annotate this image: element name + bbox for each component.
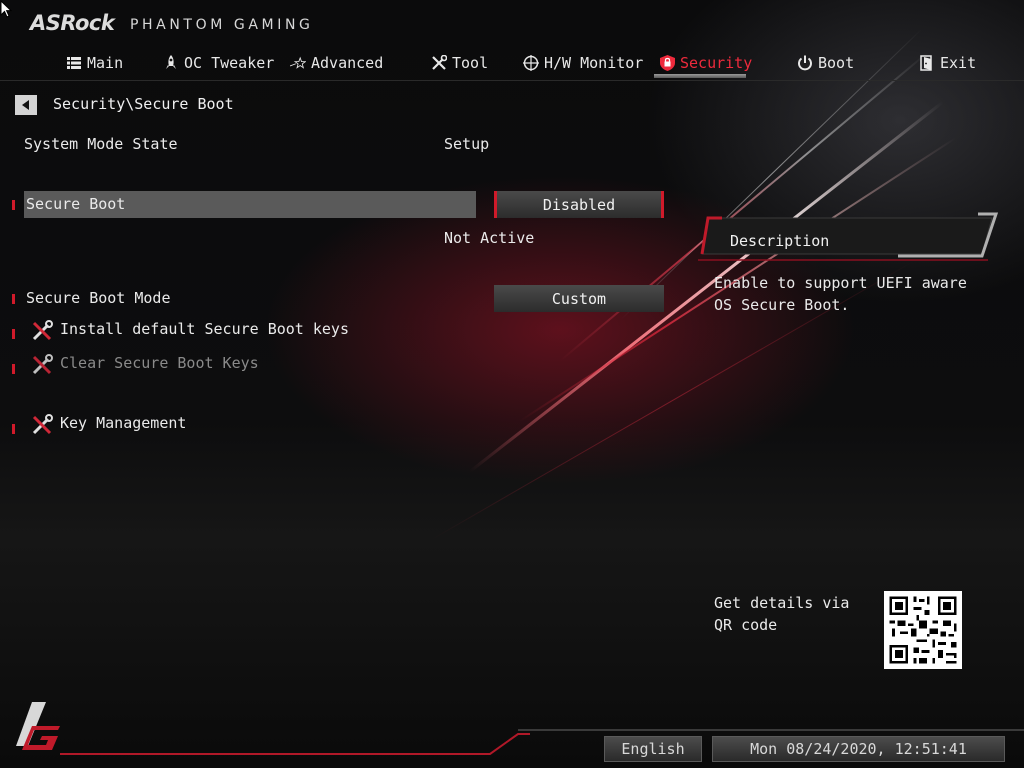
system-mode-state-label: System Mode State xyxy=(24,135,178,153)
star-icon xyxy=(290,55,306,71)
tab-label: Security xyxy=(680,54,753,72)
rocket-icon xyxy=(163,55,179,71)
datetime-display: Mon 08/24/2020, 12:51:41 xyxy=(712,736,1005,762)
active-tab-indicator xyxy=(654,74,746,78)
tools-icon xyxy=(32,354,53,375)
tab-hw-monitor[interactable]: H/W Monitor xyxy=(523,50,643,76)
tab-tool[interactable]: Tool xyxy=(431,50,488,76)
language-button[interactable]: English xyxy=(604,736,702,762)
tab-exit[interactable]: Exit xyxy=(919,50,976,76)
tab-advanced[interactable]: Advanced xyxy=(290,50,383,76)
tab-security[interactable]: Security xyxy=(659,50,752,76)
nav-divider xyxy=(0,80,1024,81)
tab-boot[interactable]: Boot xyxy=(797,50,854,76)
footer-accent-line xyxy=(60,733,530,755)
shield-icon xyxy=(659,55,675,71)
item-marker xyxy=(12,329,15,339)
breadcrumb: Security\Secure Boot xyxy=(53,95,234,113)
background xyxy=(0,0,1024,768)
tab-main[interactable]: Main xyxy=(66,50,123,76)
tools-icon xyxy=(431,55,447,71)
crosshair-icon xyxy=(523,55,539,71)
tab-label: Tool xyxy=(452,54,489,72)
item-marker xyxy=(12,294,15,304)
description-text: Enable to support UEFI aware OS Secure B… xyxy=(714,274,967,314)
clear-secure-boot-keys-item[interactable]: Clear Secure Boot Keys xyxy=(60,354,259,372)
back-arrow-icon xyxy=(22,100,29,110)
tab-label: Main xyxy=(87,54,124,72)
description-title: Description xyxy=(730,232,830,250)
list-icon xyxy=(66,55,82,71)
secure-boot-label: Secure Boot xyxy=(26,195,126,213)
secure-boot-status: Not Active xyxy=(444,229,535,247)
brand-name: ASRock xyxy=(30,11,115,35)
back-button[interactable] xyxy=(15,95,37,115)
secure-boot-mode-label[interactable]: Secure Boot Mode xyxy=(26,289,171,307)
tab-oc-tweaker[interactable]: OC Tweaker xyxy=(163,50,274,76)
item-marker xyxy=(12,424,15,434)
qr-caption: Get details via QR code xyxy=(714,594,850,634)
brand-subtitle: PHANTOM GAMING xyxy=(130,17,314,33)
key-management-item[interactable]: Key Management xyxy=(60,414,186,432)
qr-code-icon xyxy=(884,591,962,669)
secure-boot-mode-option[interactable]: Custom xyxy=(494,285,664,312)
tools-icon xyxy=(32,320,53,341)
secure-boot-option[interactable]: Disabled xyxy=(494,191,664,218)
tab-label: OC Tweaker xyxy=(184,54,275,72)
footer-divider xyxy=(518,729,1024,731)
mouse-cursor-icon xyxy=(0,0,12,18)
tools-icon xyxy=(32,414,53,435)
tab-label: Exit xyxy=(940,54,977,72)
item-marker xyxy=(12,200,15,210)
tab-label: Boot xyxy=(818,54,855,72)
tab-label: Advanced xyxy=(311,54,384,72)
system-mode-state-value: Setup xyxy=(444,135,490,153)
item-marker xyxy=(12,364,15,374)
exit-door-icon xyxy=(919,55,935,71)
power-icon xyxy=(797,55,813,71)
phantom-gaming-logo xyxy=(16,702,60,750)
install-default-keys-item[interactable]: Install default Secure Boot keys xyxy=(60,320,349,338)
tab-label: H/W Monitor xyxy=(544,54,644,72)
